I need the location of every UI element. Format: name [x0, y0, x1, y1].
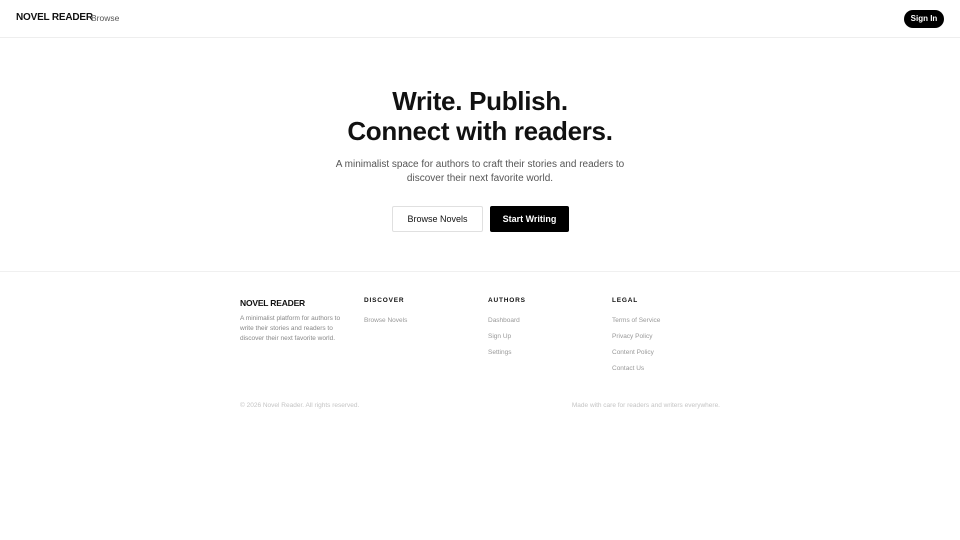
footer-brand: NOVEL READER	[240, 298, 305, 308]
footer-divider	[0, 271, 960, 272]
footer-description-line-2: write their stories and readers to	[240, 325, 333, 332]
footer-copyright: © 2026 Novel Reader. All rights reserved…	[240, 402, 360, 409]
footer-link-sign-up[interactable]: Sign Up	[488, 332, 526, 342]
top-nav: NOVEL READER Browse Sign In	[0, 0, 960, 38]
hero-subtitle-line-2: discover their next favorite world.	[406, 173, 554, 184]
footer-link-content-policy[interactable]: Content Policy	[612, 348, 660, 358]
footer-description-line-3: discover their next favorite world.	[240, 335, 336, 342]
hero-subtitle-line-1: A minimalist space for authors to craft …	[335, 159, 625, 170]
footer-column-discover: DISCOVER Browse Novels	[364, 296, 407, 326]
hero-title: Write. Publish. Connect with readers.	[0, 86, 960, 146]
sign-in-button[interactable]: Sign In	[904, 10, 944, 28]
footer-heading-discover: DISCOVER	[364, 297, 405, 304]
page: NOVEL READER Browse Sign In Write. Publi…	[0, 0, 960, 540]
hero-title-line-2: Connect with readers.	[347, 116, 613, 146]
browse-novels-button[interactable]: Browse Novels	[392, 206, 483, 232]
hero-subtitle: A minimalist space for authors to craft …	[330, 158, 630, 186]
footer-link-terms[interactable]: Terms of Service	[612, 316, 660, 326]
footer-tagline: Made with care for readers and writers e…	[571, 402, 720, 409]
brand-logo[interactable]: NOVEL READER	[16, 12, 93, 23]
footer-link-privacy[interactable]: Privacy Policy	[612, 332, 660, 342]
hero-title-line-1: Write. Publish.	[392, 86, 568, 116]
footer-link-dashboard[interactable]: Dashboard	[488, 316, 526, 326]
nav-browse-link[interactable]: Browse	[91, 13, 119, 23]
footer-column-authors: AUTHORS Dashboard Sign Up Settings	[488, 296, 526, 358]
footer-column-legal: LEGAL Terms of Service Privacy Policy Co…	[612, 296, 660, 374]
footer-heading-authors: AUTHORS	[488, 297, 526, 304]
footer-link-settings[interactable]: Settings	[488, 348, 526, 358]
start-writing-button[interactable]: Start Writing	[490, 206, 569, 232]
footer-description-line-1: A minimalist platform for authors to	[240, 315, 341, 322]
footer-heading-legal: LEGAL	[612, 297, 639, 304]
footer-link-browse-novels[interactable]: Browse Novels	[364, 316, 407, 326]
footer-description: A minimalist platform for authors to wri…	[240, 314, 350, 344]
footer-link-contact[interactable]: Contact Us	[612, 364, 660, 374]
